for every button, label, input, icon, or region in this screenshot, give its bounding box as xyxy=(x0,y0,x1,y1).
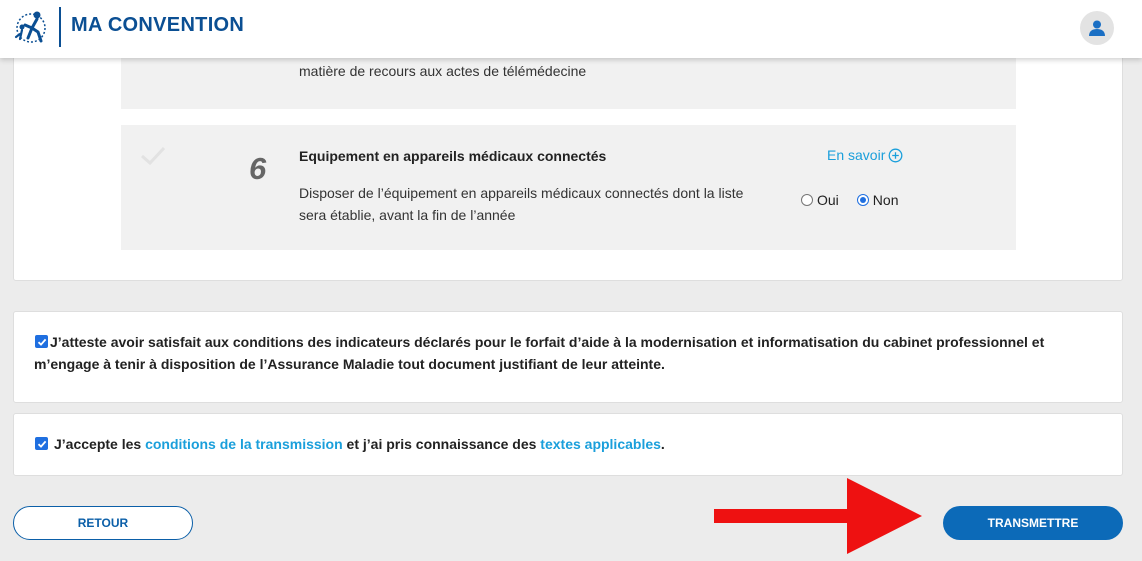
indicator-description: Disposer de l’équipement en appareils mé… xyxy=(299,185,744,223)
equipment-radio-group: Oui Non xyxy=(801,192,898,208)
indicator-description: matière de recours aux actes de téléméde… xyxy=(299,63,587,79)
acceptance-prefix: J’accepte les xyxy=(54,436,146,452)
indicators-card: matière de recours aux actes de téléméde… xyxy=(13,40,1123,281)
attestation-text: J’atteste avoir satisfait aux conditions… xyxy=(34,334,1045,372)
logo-divider xyxy=(59,7,61,47)
indicator-item-6: 6 Equipement en appareils médicaux conne… xyxy=(121,125,1016,250)
indicator-number: 6 xyxy=(249,151,267,186)
assurance-maladie-logo-icon[interactable] xyxy=(10,8,52,48)
user-avatar-button[interactable] xyxy=(1080,11,1114,45)
radio-option-oui[interactable]: Oui xyxy=(801,192,839,208)
acceptance-card: J’accepte les conditions de la transmiss… xyxy=(13,413,1123,476)
radio-oui[interactable] xyxy=(801,194,813,206)
red-arrow-annotation xyxy=(714,478,922,554)
radio-label-oui: Oui xyxy=(817,192,839,208)
transmission-conditions-link[interactable]: conditions de la transmission xyxy=(145,436,343,452)
acceptance-checkbox[interactable] xyxy=(35,437,48,450)
learn-more-link[interactable]: En savoir xyxy=(827,147,903,163)
radio-label-non: Non xyxy=(872,192,899,208)
acceptance-suffix: . xyxy=(660,436,665,452)
top-header: MA CONVENTION xyxy=(0,0,1142,58)
acceptance-text: J’accepte les conditions de la transmiss… xyxy=(54,436,665,452)
acceptance-middle: et j’ai pris connaissance des xyxy=(342,436,541,452)
attestation-card: J’atteste avoir satisfait aux conditions… xyxy=(13,311,1123,403)
app-title[interactable]: MA CONVENTION xyxy=(71,14,244,37)
radio-option-non[interactable]: Non xyxy=(856,192,899,208)
checkmark-icon xyxy=(37,440,46,448)
learn-more-label: En savoir xyxy=(827,147,886,163)
applicable-texts-link[interactable]: textes applicables xyxy=(540,436,661,452)
back-button[interactable]: RETOUR xyxy=(13,506,193,540)
indicator-title: Equipement en appareils médicaux connect… xyxy=(299,148,607,164)
user-icon xyxy=(1089,20,1105,36)
checkmark-icon xyxy=(139,145,167,172)
radio-non[interactable] xyxy=(856,194,869,206)
transmit-button[interactable]: TRANSMETTRE xyxy=(943,506,1123,540)
plus-circle-icon xyxy=(888,148,903,162)
